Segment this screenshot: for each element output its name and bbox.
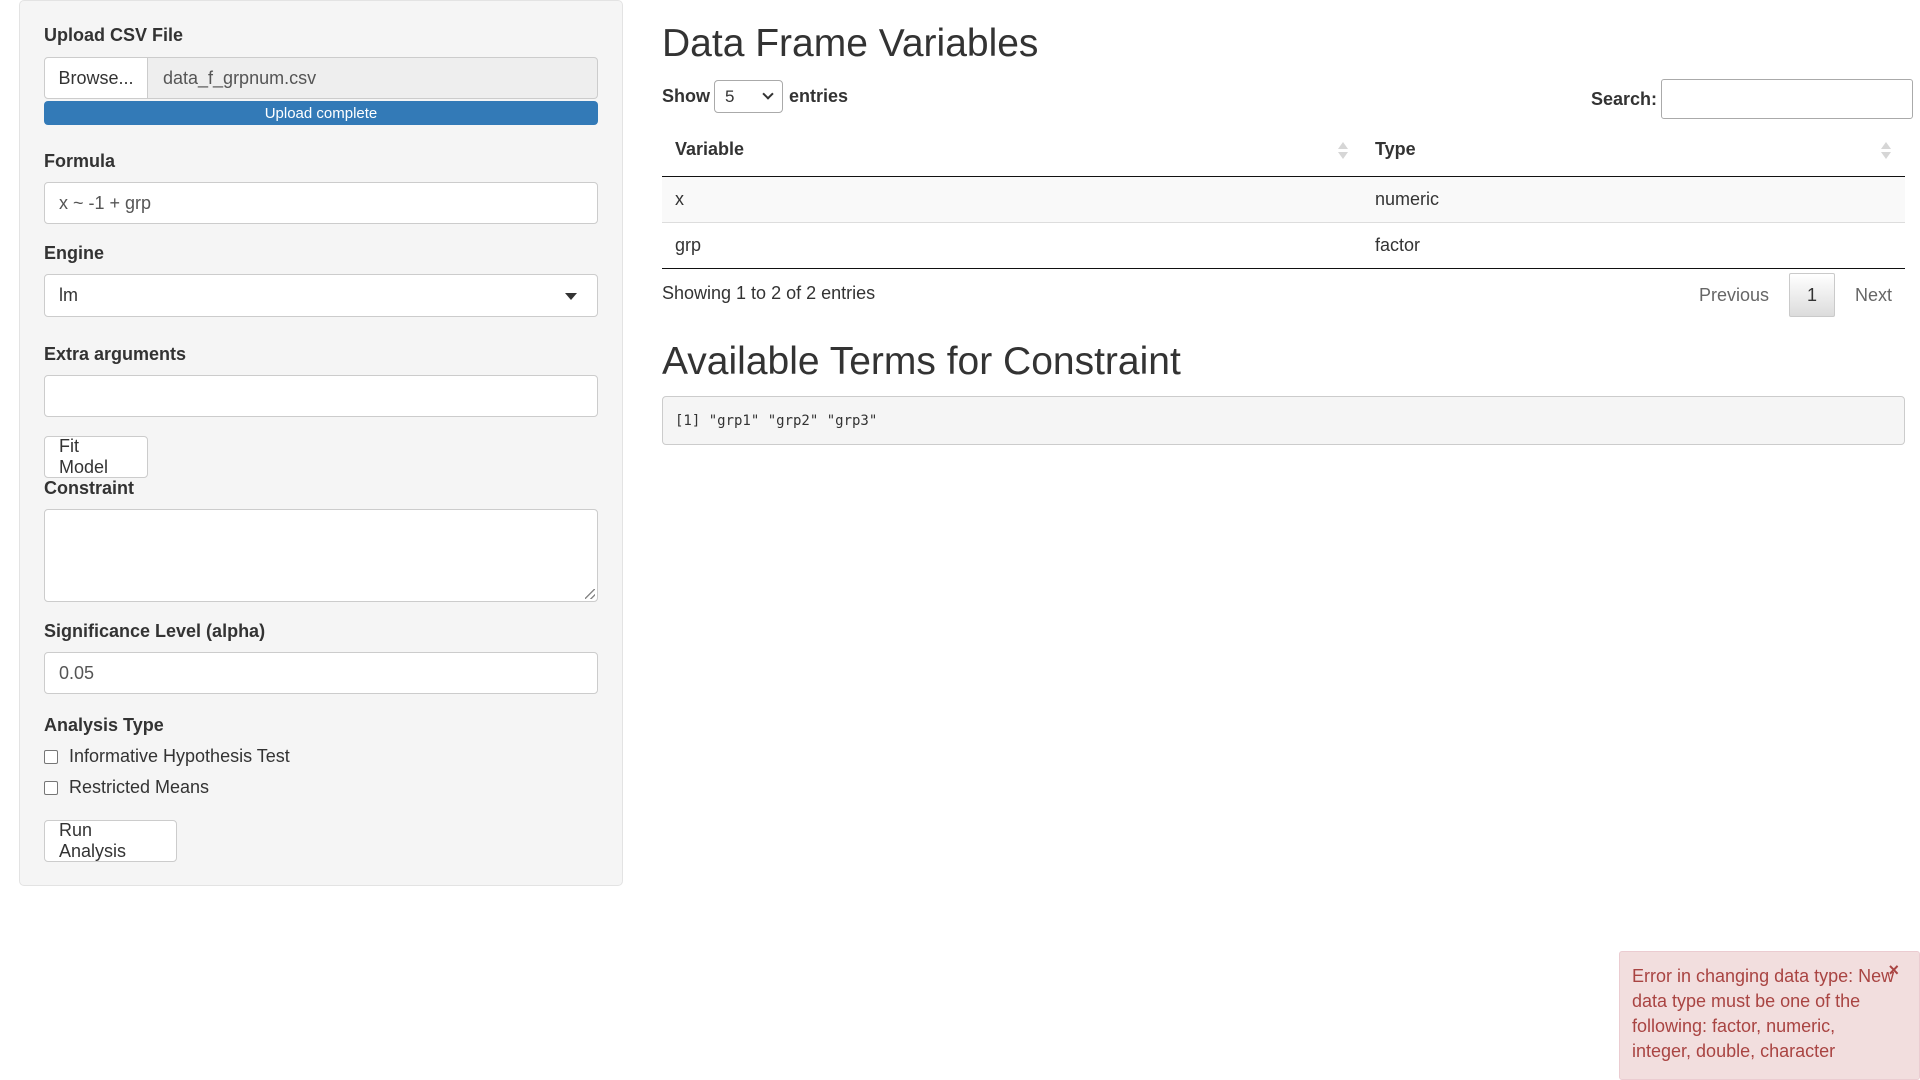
engine-label: Engine xyxy=(44,243,105,263)
extra-args-input[interactable] xyxy=(44,375,598,417)
checkbox-informative-test[interactable]: Informative Hypothesis Test xyxy=(44,746,290,767)
checkbox-restricted-means[interactable]: Restricted Means xyxy=(44,777,209,798)
checkbox-icon[interactable] xyxy=(44,749,58,764)
entries-length-value: 5 xyxy=(725,86,735,106)
close-icon[interactable]: × xyxy=(1888,958,1899,983)
alpha-input[interactable]: 0.05 xyxy=(44,652,598,694)
upload-progress: Upload complete xyxy=(44,101,598,125)
formula-label: Formula xyxy=(44,151,116,171)
file-name-field: data_f_grpnum.csv xyxy=(148,57,598,99)
next-page-button[interactable]: Next xyxy=(1835,274,1912,316)
error-message: Error in changing data type: New data ty… xyxy=(1632,966,1895,1061)
engine-select[interactable]: lm xyxy=(44,274,598,317)
error-notification: × Error in changing data type: New data … xyxy=(1619,951,1920,1080)
engine-selected-value: lm xyxy=(59,285,78,305)
constraint-label: Constraint xyxy=(44,478,134,498)
show-label: Show xyxy=(662,86,710,106)
table-cell: factor xyxy=(1362,222,1905,269)
column-header-type[interactable]: Type xyxy=(1362,124,1905,177)
entries-length-control: Show 5 entries xyxy=(662,80,848,113)
chevron-down-icon xyxy=(762,88,774,100)
terms-title: Available Terms for Constraint xyxy=(662,340,1181,383)
alpha-label: Significance Level (alpha) xyxy=(44,621,266,641)
entries-label: entries xyxy=(789,86,849,106)
extra-args-label: Extra arguments xyxy=(44,344,187,364)
search-input[interactable] xyxy=(1661,79,1914,119)
column-header-label: Variable xyxy=(675,139,745,160)
upload-progress-bar: Upload complete xyxy=(44,101,598,125)
pagination: Previous 1 Next xyxy=(1679,273,1912,317)
resize-grip-icon[interactable] xyxy=(585,589,595,599)
caret-down-icon xyxy=(565,293,577,300)
table-header-row: Variable Type xyxy=(662,124,1905,177)
search-label: Search: xyxy=(1591,88,1658,109)
table-cell: x xyxy=(662,176,1362,223)
variables-table: Variable Type x numeric grp factor xyxy=(662,124,1905,269)
previous-page-button[interactable]: Previous xyxy=(1679,274,1789,316)
analysis-type-label: Analysis Type xyxy=(44,715,164,735)
browse-button[interactable]: Browse... xyxy=(44,57,148,99)
checkbox-icon[interactable] xyxy=(44,780,58,795)
column-header-label: Type xyxy=(1375,139,1416,160)
table-cell: grp xyxy=(662,222,1362,269)
column-header-variable[interactable]: Variable xyxy=(662,124,1362,177)
table-search: Search: xyxy=(1591,79,1914,119)
sort-icon xyxy=(1881,140,1891,162)
table-info: Showing 1 to 2 of 2 entries xyxy=(662,283,876,303)
sort-icon xyxy=(1338,140,1348,162)
formula-input[interactable]: x ~ -1 + grp xyxy=(44,182,598,224)
file-input[interactable]: Browse... data_f_grpnum.csv xyxy=(44,57,598,99)
checkbox-label: Informative Hypothesis Test xyxy=(69,746,290,766)
table-row[interactable]: grp factor xyxy=(662,222,1905,269)
table-row[interactable]: x numeric xyxy=(662,176,1905,223)
checkbox-label: Restricted Means xyxy=(69,777,210,797)
variables-title: Data Frame Variables xyxy=(662,22,1039,65)
table-cell: numeric xyxy=(1362,176,1905,223)
constraint-textarea[interactable] xyxy=(44,509,598,602)
terms-output: [1] "grp1" "grp2" "grp3" xyxy=(662,396,1905,445)
upload-label: Upload CSV File xyxy=(44,25,184,45)
sidebar-panel: Upload CSV File Browse... data_f_grpnum.… xyxy=(19,0,623,886)
page-button-current[interactable]: 1 xyxy=(1789,273,1836,317)
entries-length-select[interactable]: 5 xyxy=(714,80,783,113)
fit-model-button[interactable]: Fit Model xyxy=(44,436,148,478)
run-analysis-button[interactable]: Run Analysis xyxy=(44,820,177,862)
